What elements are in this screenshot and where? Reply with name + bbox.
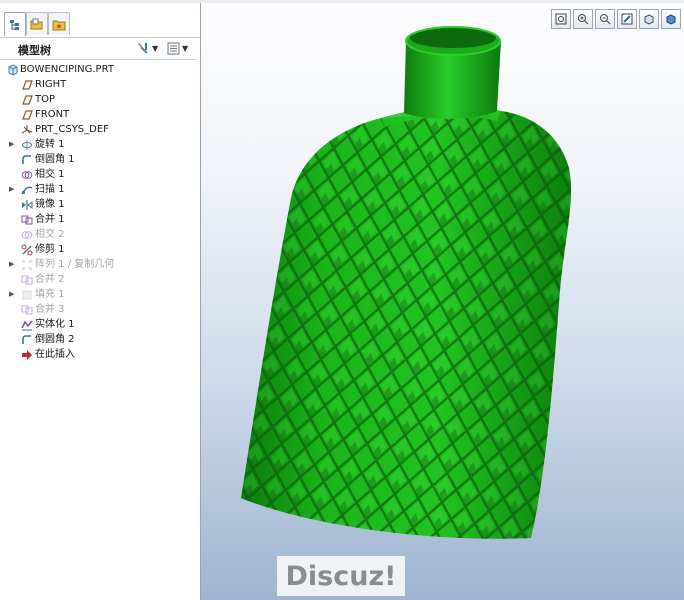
solidify-icon — [20, 318, 33, 331]
tree-item[interactable]: TOP — [0, 92, 196, 107]
expand-arrow-icon[interactable]: ▶ — [9, 182, 17, 197]
expand-arrow-icon[interactable]: ▶ — [9, 257, 17, 272]
tree-item-label: 旋转 1 — [35, 139, 65, 150]
pattern-icon — [20, 258, 33, 271]
datum-plane-icon — [20, 93, 33, 106]
view-toolbar — [551, 9, 681, 29]
tree-item[interactable]: 在此插入 — [0, 347, 196, 362]
tree-item[interactable]: 合并 2 — [0, 272, 196, 287]
tree-item-label: 合并 3 — [35, 304, 65, 315]
graphics-window[interactable]: Discuz! — [201, 3, 684, 600]
zoom-in-icon — [578, 14, 589, 25]
tree-item-label: 阵列 1 / 复制几何 — [35, 259, 115, 270]
tree-item[interactable]: 相交 1 — [0, 167, 196, 182]
tree-item-label: 合并 1 — [35, 214, 65, 225]
tab-model-tree[interactable] — [4, 12, 26, 36]
tree-item-label: 填充 1 — [35, 289, 65, 300]
chevron-down-icon: ▼ — [152, 43, 159, 53]
favorites-folder-icon — [52, 20, 66, 30]
tree-item-label: 镜像 1 — [35, 199, 65, 210]
tree-root-label: BOWENCIPING.PRT — [20, 64, 114, 75]
merge-icon — [20, 213, 33, 226]
tree-item-label: 合并 2 — [35, 274, 65, 285]
intersect-icon — [20, 168, 33, 181]
expand-arrow-icon[interactable]: ▶ — [9, 137, 17, 152]
model-tree-icon — [10, 19, 19, 30]
revolve-icon — [20, 138, 33, 151]
tree-item[interactable]: 倒圆角 1 — [0, 152, 196, 167]
merge-icon — [20, 273, 33, 286]
refit-icon — [555, 13, 567, 25]
zoom-out-icon — [600, 14, 611, 25]
tree-item-label: 倒圆角 1 — [35, 154, 75, 165]
tree-item[interactable]: 实体化 1 — [0, 317, 196, 332]
tree-item[interactable]: FRONT — [0, 107, 196, 122]
trim-icon — [20, 243, 33, 256]
zoom-in-button[interactable] — [573, 9, 593, 29]
tree-item[interactable]: ▶ 旋转 1 — [0, 137, 196, 152]
tools-settings-icon — [138, 43, 148, 54]
tree-item[interactable]: 倒圆角 2 — [0, 332, 196, 347]
tab-favorites[interactable] — [48, 12, 70, 35]
tree-item[interactable]: 合并 3 — [0, 302, 196, 317]
merge-icon — [20, 303, 33, 316]
tree-item-label: 修剪 1 — [35, 244, 65, 255]
tree-show-button[interactable]: ▼ — [167, 40, 188, 56]
expand-arrow-icon[interactable]: ▶ — [9, 287, 17, 302]
folder-browser-icon — [30, 18, 43, 29]
insert-here-arrow-icon — [20, 348, 33, 361]
datum-plane-icon — [20, 108, 33, 121]
intersect-icon — [20, 228, 33, 241]
part-icon — [6, 63, 19, 76]
tree-item[interactable]: 合并 1 — [0, 212, 196, 227]
tree-item-label: 相交 1 — [35, 169, 65, 180]
tree-settings-button[interactable]: ▼ — [136, 40, 158, 56]
tree-item[interactable]: PRT_CSYS_DEF — [0, 122, 196, 137]
tree-root-part[interactable]: BOWENCIPING.PRT — [0, 62, 196, 77]
tree-item-label: 相交 2 — [35, 229, 65, 240]
chevron-down-icon: ▼ — [182, 43, 189, 53]
tree-item-label: 实体化 1 — [35, 319, 75, 330]
zoom-out-button[interactable] — [595, 9, 615, 29]
round-icon — [20, 153, 33, 166]
shading-icon — [666, 14, 676, 25]
repaint-icon — [621, 13, 633, 25]
repaint-button[interactable] — [617, 9, 637, 29]
tree-item[interactable]: ▶ 阵列 1 / 复制几何 — [0, 257, 196, 272]
saved-views-icon — [644, 14, 654, 25]
sweep-icon — [20, 183, 33, 196]
tree-item-label: TOP — [35, 94, 56, 105]
mirror-icon — [20, 198, 33, 211]
refit-button[interactable] — [551, 9, 571, 29]
tree-item-label: RIGHT — [35, 79, 67, 90]
tree-item[interactable]: ▶ 填充 1 — [0, 287, 196, 302]
saved-views-button[interactable] — [639, 9, 659, 29]
watermark: Discuz! — [277, 556, 405, 596]
model-tree: BOWENCIPING.PRT RIGHT TOP FRONT PRT_CSYS_DE… — [0, 59, 196, 362]
tree-item-label: 扫描 1 — [35, 184, 65, 195]
csys-icon — [20, 123, 33, 136]
tree-item-label: PRT_CSYS_DEF — [35, 124, 109, 135]
list-view-icon — [167, 42, 180, 54]
tree-item-label: FRONT — [35, 109, 70, 120]
tree-item[interactable]: 修剪 1 — [0, 242, 196, 257]
navigator-panel: 模型树 ▼ ▼ BOWENCIPING.PRT RIGHT TOP FRONT PRT… — [0, 3, 201, 600]
fill-icon — [20, 288, 33, 301]
navigator-tabs — [0, 7, 200, 38]
display-style-button[interactable] — [661, 9, 681, 29]
tree-item[interactable]: RIGHT — [0, 77, 196, 92]
model-tree-title: 模型树 — [18, 44, 51, 57]
tree-item-label: 在此插入 — [35, 349, 75, 360]
tab-folder-browser[interactable] — [26, 12, 48, 35]
tree-item[interactable]: 镜像 1 — [0, 197, 196, 212]
datum-plane-icon — [20, 78, 33, 91]
round-icon — [20, 333, 33, 346]
model-tree-header: 模型树 ▼ ▼ — [0, 38, 200, 58]
bottle-model-render[interactable] — [201, 3, 684, 600]
tree-feature-list: RIGHT TOP FRONT PRT_CSYS_DEF ▶ 旋转 1 倒圆角 1 相交 1 ▶… — [0, 77, 196, 362]
tree-item[interactable]: 相交 2 — [0, 227, 196, 242]
tree-item[interactable]: ▶ 扫描 1 — [0, 182, 196, 197]
tree-item-label: 倒圆角 2 — [35, 334, 75, 345]
